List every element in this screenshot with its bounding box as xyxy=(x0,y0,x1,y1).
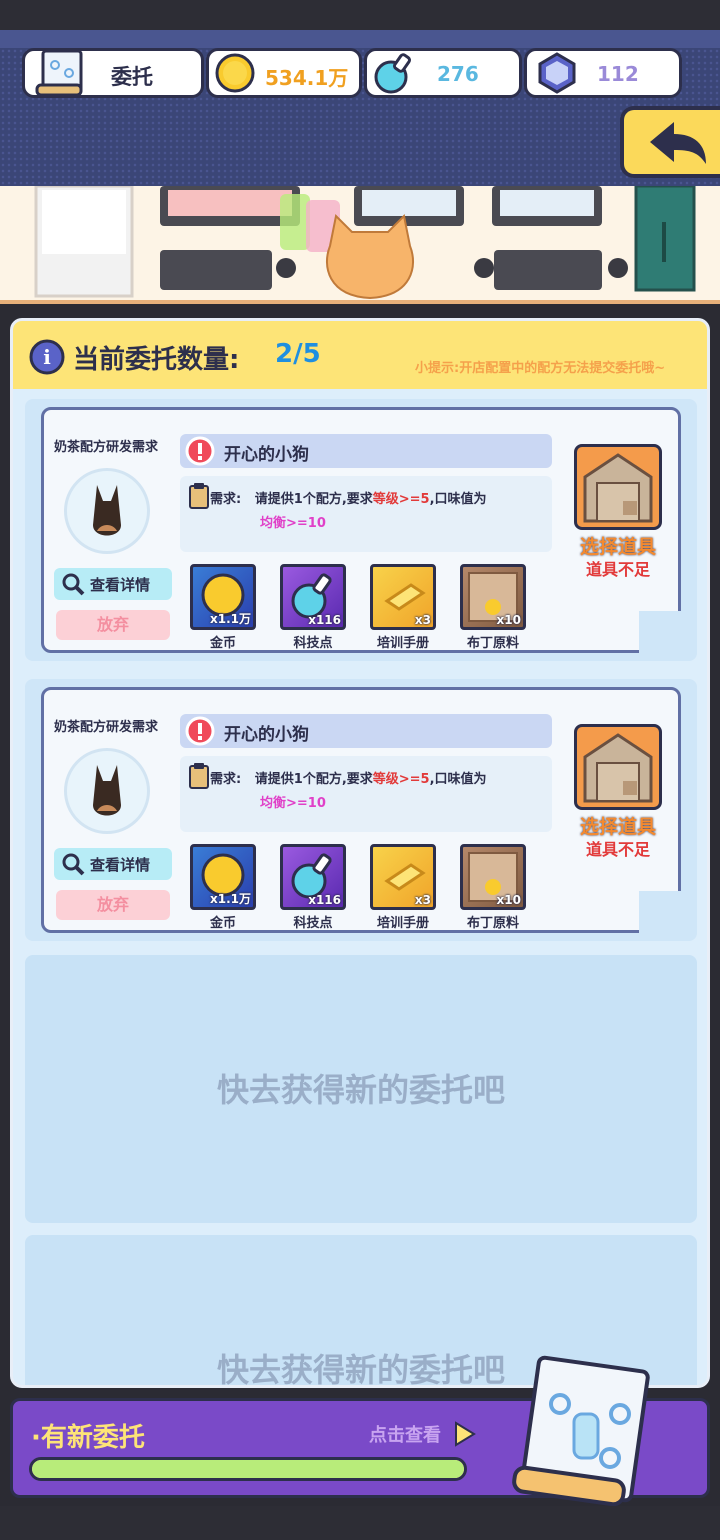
office-illustration xyxy=(0,186,720,300)
view-details-button[interactable]: 查看详情 xyxy=(54,848,172,880)
new-commission-label: ·有新委托 xyxy=(31,1423,145,1453)
folded-corner xyxy=(639,611,681,653)
select-item-button[interactable] xyxy=(574,444,662,530)
tech-value: 276 xyxy=(437,62,479,86)
reward-tech[interactable]: x116 xyxy=(280,844,346,910)
blueprint-scroll-icon[interactable] xyxy=(500,1354,660,1514)
svg-text:i: i xyxy=(43,345,51,369)
reward-pudding-label: 布丁原料 xyxy=(466,636,519,651)
requirement-line-2: 均衡>=10 xyxy=(260,796,326,811)
gem-counter: 112 xyxy=(524,48,682,98)
insufficient-items-warning: 道具不足 xyxy=(585,560,650,579)
tech-counter: 276 xyxy=(364,48,522,98)
commission-panel: i 当前委托数量: 2/5 小提示:开店配置中的配方无法提交委托哦~ 奶茶配方研… xyxy=(10,318,710,1388)
reward-gold[interactable]: x1.1万 xyxy=(190,564,256,630)
commission-type: 奶茶配方研发需求 xyxy=(54,440,159,455)
reward-manual-label: 培训手册 xyxy=(376,916,429,931)
view-details-button[interactable]: 查看详情 xyxy=(54,568,172,600)
commission-type: 奶茶配方研发需求 xyxy=(54,720,159,735)
reward-manual[interactable]: x3 xyxy=(370,844,436,910)
dog-icon xyxy=(93,485,121,536)
reward-pudding[interactable]: x10 xyxy=(460,844,526,910)
play-arrow-icon[interactable] xyxy=(453,1421,477,1447)
magnifier-icon xyxy=(62,853,85,876)
warehouse-icon xyxy=(583,733,653,803)
panel-header: i 当前委托数量: 2/5 小提示:开店配置中的配方无法提交委托哦~ xyxy=(13,321,707,389)
alert-icon xyxy=(185,716,215,746)
reward-gold[interactable]: x1.1万 xyxy=(190,844,256,910)
abandon-button[interactable]: 放弃 xyxy=(56,610,170,640)
view-details-label: 查看详情 xyxy=(90,576,151,594)
alert-icon xyxy=(185,436,215,466)
requirement-box: 需求: 请提供1个配方,要求等级>=5,口味值为 均衡>=10 xyxy=(180,476,552,552)
reward-manual-label: 培训手册 xyxy=(376,636,429,651)
commission-count: 2/5 xyxy=(275,339,321,369)
warehouse-icon xyxy=(583,453,653,523)
requirement-box: 需求: 请提供1个配方,要求等级>=5,口味值为 均衡>=10 xyxy=(180,756,552,832)
coin-icon xyxy=(215,53,255,93)
select-item-button[interactable] xyxy=(574,724,662,810)
gold-value: 534.1万 xyxy=(265,66,349,90)
folded-corner xyxy=(639,891,681,933)
title-pill: 委托 xyxy=(22,48,204,98)
flask-icon xyxy=(374,53,412,94)
customer-name: 开心的小狗 xyxy=(224,445,309,465)
progress-fill xyxy=(32,1460,464,1478)
empty-slot-text: 快去获得新的委托吧 xyxy=(216,1071,505,1109)
reward-pudding[interactable]: x10 xyxy=(460,564,526,630)
tip-text: 小提示:开店配置中的配方无法提交委托哦~ xyxy=(415,361,666,376)
reward-tech-label: 科技点 xyxy=(293,636,333,651)
info-icon[interactable]: i xyxy=(27,337,67,377)
requirement-line-1: 需求: 请提供1个配方,要求等级>=5,口味值为 xyxy=(210,492,487,507)
select-item-label: 选择道具 xyxy=(579,816,656,838)
commission-card-body: 奶茶配方研发需求 查看详情 放弃 开心的小狗 需求: 请提供1个配方,要求等级>… xyxy=(41,687,681,933)
reward-gold-label: 金币 xyxy=(209,916,236,931)
insufficient-items-warning: 道具不足 xyxy=(585,840,650,859)
back-button[interactable] xyxy=(620,106,720,178)
commission-card: 奶茶配方研发需求 查看详情 放弃 开心的小狗 需求: 请提供1个配方,要求等级>… xyxy=(25,679,697,941)
navigation-bar xyxy=(0,1506,720,1540)
gem-value: 112 xyxy=(597,62,639,86)
customer-name-bar: 开心的小狗 xyxy=(180,714,552,748)
back-arrow-icon xyxy=(650,122,706,164)
header-band xyxy=(0,30,720,48)
empty-commission-slot[interactable]: 快去获得新的委托吧 xyxy=(25,955,697,1223)
commission-count-label: 当前委托数量: xyxy=(73,345,240,375)
status-bar xyxy=(0,0,720,30)
requirement-line-1: 需求: 请提供1个配方,要求等级>=5,口味值为 xyxy=(210,772,487,787)
commission-card-body: 奶茶配方研发需求 查看详情 放弃 开心的小狗 需求: 请提供1个配方,要求等级>… xyxy=(41,407,681,653)
reward-tech[interactable]: x116 xyxy=(280,564,346,630)
customer-avatar xyxy=(64,468,150,554)
gem-icon xyxy=(538,52,576,94)
commission-card: 奶茶配方研发需求 查看详情 放弃 开心的小狗 需求: 请提供1个配方,要求等级>… xyxy=(25,399,697,661)
view-button-label[interactable]: 点击查看 xyxy=(369,1421,441,1447)
office-scene xyxy=(0,186,720,304)
scroll-icon xyxy=(35,49,83,97)
page-title: 委托 xyxy=(111,65,153,89)
requirement-line-2: 均衡>=10 xyxy=(260,516,326,531)
abandon-button[interactable]: 放弃 xyxy=(56,890,170,920)
customer-name-bar: 开心的小狗 xyxy=(180,434,552,468)
reward-tech-label: 科技点 xyxy=(293,916,333,931)
magnifier-icon xyxy=(62,573,85,596)
clipboard-icon xyxy=(189,763,209,789)
customer-avatar xyxy=(64,748,150,834)
customer-name: 开心的小狗 xyxy=(224,725,309,745)
reward-manual[interactable]: x3 xyxy=(370,564,436,630)
reward-gold-label: 金币 xyxy=(209,636,236,651)
clipboard-icon xyxy=(189,483,209,509)
select-item-label: 选择道具 xyxy=(579,536,656,558)
reward-pudding-label: 布丁原料 xyxy=(466,916,519,931)
dog-icon xyxy=(93,765,121,816)
view-details-label: 查看详情 xyxy=(90,856,151,874)
commission-progress-bar xyxy=(29,1457,467,1481)
gold-counter: 534.1万 xyxy=(206,48,362,98)
